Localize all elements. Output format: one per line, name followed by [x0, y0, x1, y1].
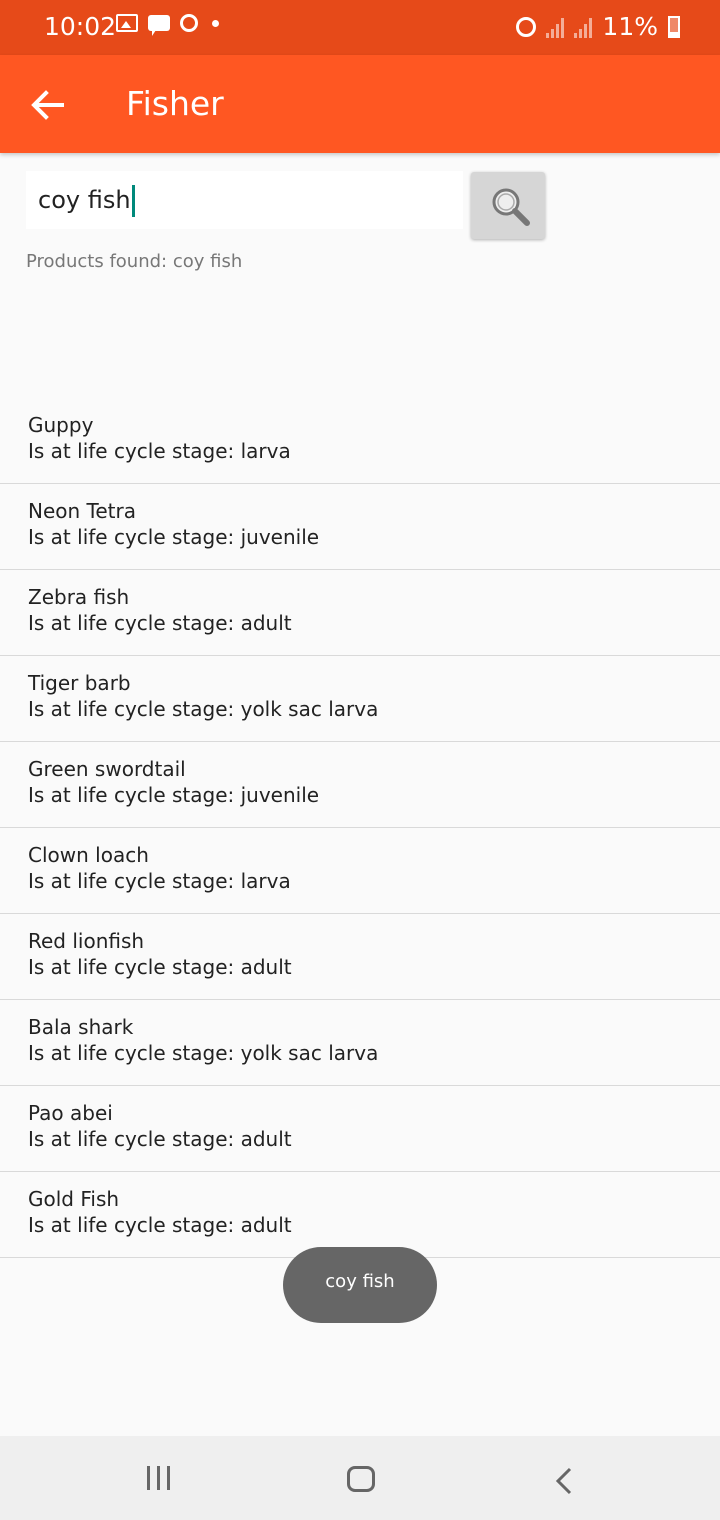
search-icon [492, 188, 530, 226]
list-item[interactable]: Red lionfish Is at life cycle stage: adu… [0, 914, 720, 1000]
list-item[interactable]: Guppy Is at life cycle stage: larva [0, 398, 720, 484]
page-title: Fisher [126, 84, 224, 123]
search-input-value: coy fish [38, 186, 131, 214]
product-name: Clown loach [28, 843, 149, 867]
recent-apps-button[interactable] [147, 1466, 170, 1490]
product-stage: Is at life cycle stage: juvenile [28, 783, 320, 807]
list-item[interactable]: Green swordtail Is at life cycle stage: … [0, 742, 720, 828]
app-bar: Fisher [0, 55, 720, 153]
product-list: Guppy Is at life cycle stage: larva Neon… [0, 398, 720, 1258]
product-name: Pao abei [28, 1101, 113, 1125]
text-cursor [131, 185, 135, 217]
home-button[interactable] [347, 1466, 375, 1492]
battery-icon [668, 15, 680, 38]
product-name: Tiger barb [28, 671, 131, 695]
product-stage: Is at life cycle stage: larva [28, 869, 291, 893]
notification-icons [116, 14, 219, 36]
search-button[interactable] [471, 172, 545, 239]
sync-icon [180, 14, 198, 32]
back-button[interactable] [26, 83, 70, 127]
product-name: Bala shark [28, 1015, 134, 1039]
product-stage: Is at life cycle stage: adult [28, 1127, 292, 1151]
list-item[interactable]: Zebra fish Is at life cycle stage: adult [0, 570, 720, 656]
list-item[interactable]: Pao abei Is at life cycle stage: adult [0, 1086, 720, 1172]
gallery-icon [116, 14, 138, 32]
product-stage: Is at life cycle stage: juvenile [28, 525, 320, 549]
status-bar: 10:02 11% [0, 0, 720, 55]
product-name: Guppy [28, 413, 94, 437]
product-stage: Is at life cycle stage: adult [28, 955, 292, 979]
message-icon [148, 15, 170, 36]
list-item[interactable]: Neon Tetra Is at life cycle stage: juven… [0, 484, 720, 570]
product-name: Green swordtail [28, 757, 186, 781]
list-item[interactable]: Bala shark Is at life cycle stage: yolk … [0, 1000, 720, 1086]
alarm-icon [516, 16, 537, 37]
battery-percent: 11% [602, 12, 658, 41]
list-item[interactable]: Clown loach Is at life cycle stage: larv… [0, 828, 720, 914]
results-label: Products found: coy fish [26, 251, 243, 272]
product-stage: Is at life cycle stage: larva [28, 439, 291, 463]
product-stage: Is at life cycle stage: adult [28, 1213, 292, 1237]
system-nav-bar [0, 1436, 720, 1520]
arrow-left-icon [31, 90, 64, 120]
product-name: Neon Tetra [28, 499, 136, 523]
product-stage: Is at life cycle stage: yolk sac larva [28, 1041, 379, 1065]
product-stage: Is at life cycle stage: yolk sac larva [28, 697, 379, 721]
product-stage: Is at life cycle stage: adult [28, 611, 292, 635]
signal-icon [546, 16, 565, 38]
nav-back-button[interactable] [552, 1466, 576, 1500]
status-time: 10:02 [44, 12, 117, 41]
more-notifications-icon [212, 19, 219, 27]
system-icons: 11% [516, 12, 680, 41]
toast-message: coy fish [283, 1247, 437, 1323]
product-name: Red lionfish [28, 929, 145, 953]
search-input[interactable]: coy fish [26, 171, 463, 229]
signal-icon-2 [574, 16, 593, 38]
list-item[interactable]: Gold Fish Is at life cycle stage: adult [0, 1172, 720, 1258]
product-name: Gold Fish [28, 1187, 120, 1211]
chevron-left-icon [555, 1467, 572, 1495]
product-name: Zebra fish [28, 585, 130, 609]
list-item[interactable]: Tiger barb Is at life cycle stage: yolk … [0, 656, 720, 742]
